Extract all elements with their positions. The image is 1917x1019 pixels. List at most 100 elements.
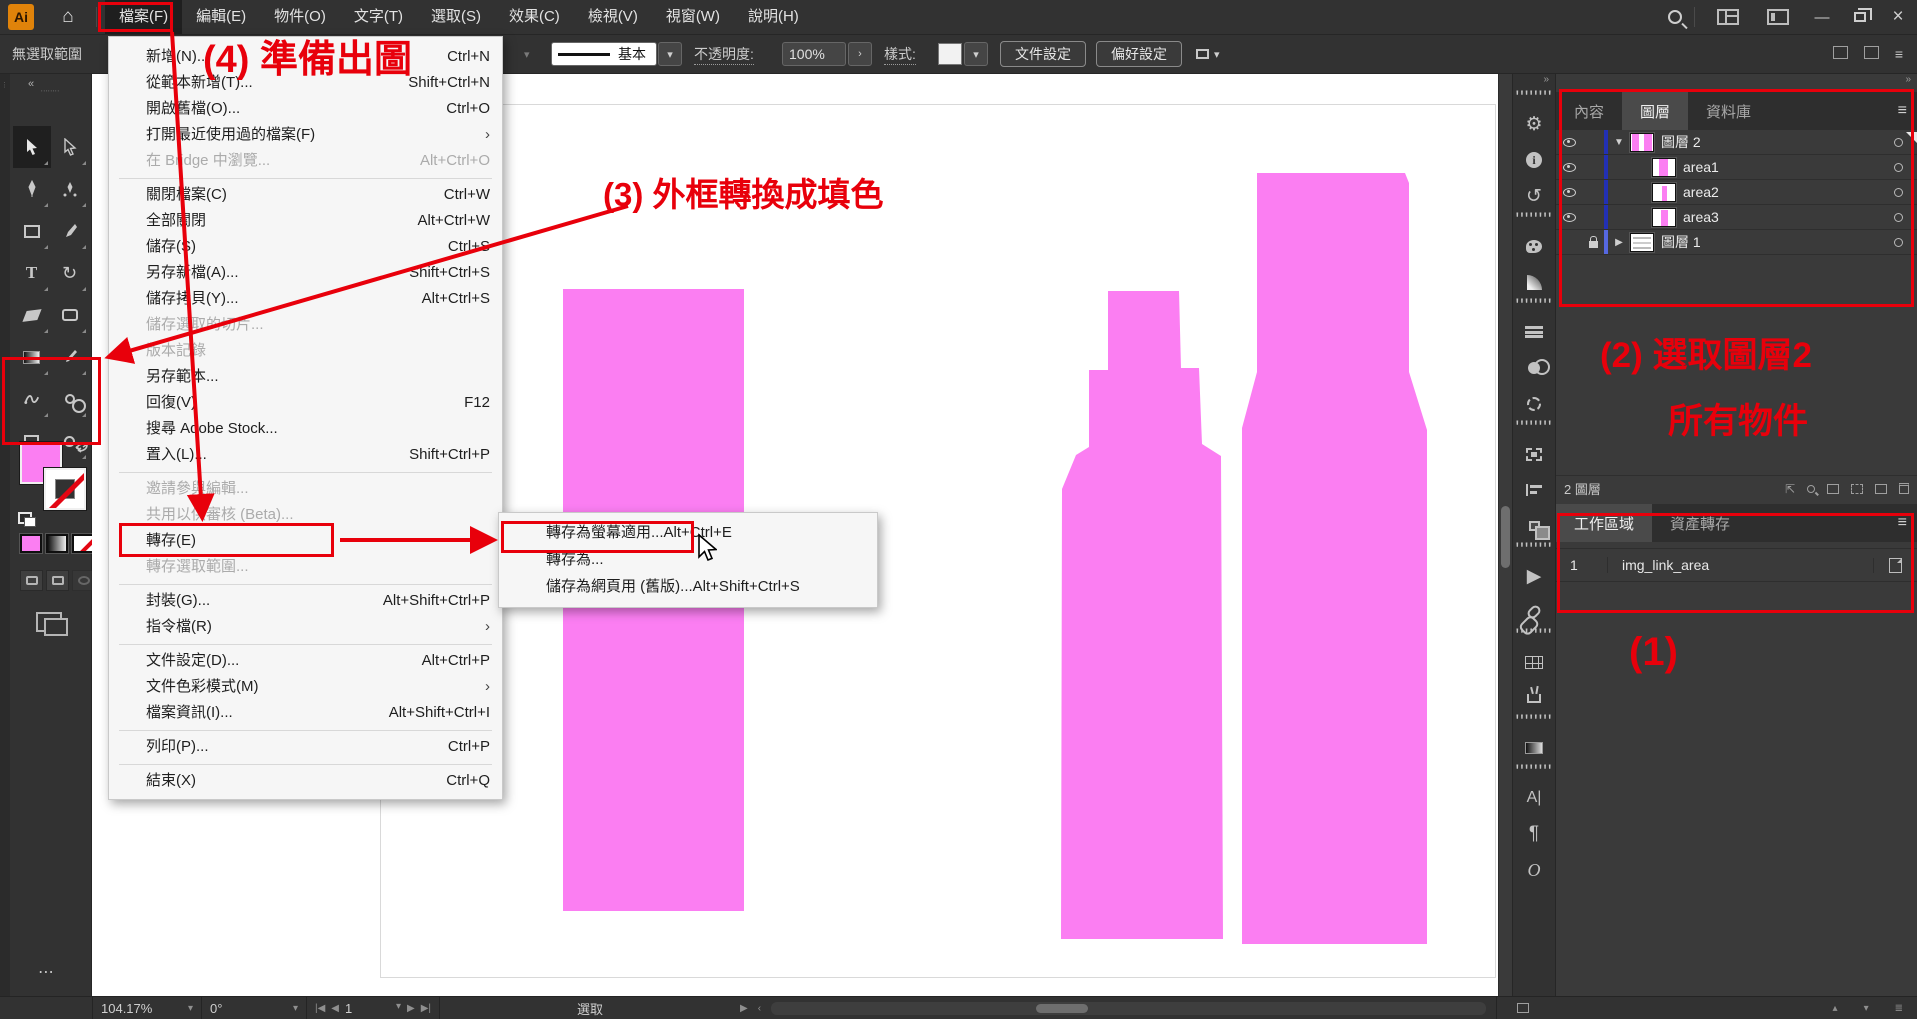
dock-grip-icon[interactable]: '''''''' — [1512, 544, 1556, 558]
menu-file[interactable]: 檔案(F) — [105, 0, 182, 34]
stroke-style-dropdown[interactable]: 基本 — [551, 42, 657, 66]
panel-menu-icon[interactable]: ≡ — [1898, 514, 1907, 532]
horizontal-scrollbar-thumb[interactable] — [1036, 1004, 1088, 1013]
version-history-panel-icon[interactable]: ↺ — [1512, 178, 1556, 214]
locate-object-icon[interactable] — [1807, 485, 1815, 493]
color-guide-panel-icon[interactable] — [1512, 264, 1556, 300]
collapse-tools-icon[interactable]: « — [10, 74, 91, 90]
new-sublayer-icon[interactable] — [1851, 484, 1863, 494]
layer-name[interactable]: 圖層 2 — [1661, 132, 1701, 152]
prev-artboard-icon[interactable]: ◀ — [331, 1003, 339, 1014]
color-panel-icon[interactable] — [1512, 228, 1556, 264]
artboard-number-dropdown[interactable]: 1▾ — [345, 1001, 401, 1016]
paragraph-panel-icon[interactable]: ¶ — [1512, 816, 1556, 852]
rotate-tool[interactable]: ↻ — [51, 252, 89, 294]
layer-row-layer1[interactable]: ▶ 圖層 1 — [1556, 230, 1917, 255]
opacity-expand-button[interactable]: › — [848, 42, 872, 66]
menu-window[interactable]: 視窗(W) — [652, 0, 734, 34]
status-expand-icon[interactable]: ▶ — [740, 1003, 748, 1014]
pen-tool[interactable] — [13, 168, 51, 210]
arrange-documents-icon[interactable] — [1767, 9, 1789, 25]
dock-grip-icon[interactable]: '''''''' — [1512, 422, 1556, 436]
collapse-panels-icon[interactable]: » — [1556, 74, 1917, 92]
paintbrush-tool[interactable] — [51, 210, 89, 252]
eyedropper-tool[interactable] — [51, 336, 89, 378]
layer-name[interactable]: 圖層 1 — [1661, 232, 1701, 252]
menu-item-scripts[interactable]: 指令檔(R)› — [109, 614, 502, 640]
properties-panel-icon[interactable]: ⚙ — [1512, 106, 1556, 142]
artwork-bottle-area3[interactable] — [1242, 173, 1427, 944]
stroke-style-chevron[interactable]: ▾ — [658, 42, 682, 66]
target-circle-icon[interactable] — [1894, 213, 1903, 222]
color-button[interactable] — [20, 534, 42, 553]
screen-mode-button[interactable] — [36, 612, 62, 632]
lock-toggle[interactable] — [1582, 237, 1604, 248]
hamburger-icon[interactable]: ≡ — [1895, 46, 1903, 62]
curvature-tool[interactable] — [51, 168, 89, 210]
layer-row-layer2[interactable]: ▼ 圖層 2 — [1556, 130, 1917, 155]
menu-item-save-a-copy[interactable]: 儲存拷貝(Y)...Alt+Ctrl+S — [109, 286, 502, 312]
menu-item-search-adobe-stock[interactable]: 搜尋 Adobe Stock... — [109, 416, 502, 442]
visibility-toggle[interactable] — [1556, 138, 1582, 147]
menu-item-revert[interactable]: 回復(V)F12 — [109, 390, 502, 416]
last-artboard-icon[interactable]: ▶| — [421, 1003, 431, 1014]
dock-grip-icon[interactable]: '''''''' — [1512, 214, 1556, 228]
target-circle-icon[interactable] — [1894, 138, 1903, 147]
panel-grid-icon[interactable] — [1833, 46, 1848, 59]
transparency-panel-icon[interactable] — [1512, 350, 1556, 386]
menu-help[interactable]: 說明(H) — [734, 0, 813, 34]
width-tool[interactable] — [13, 378, 51, 420]
layer-thumbnail[interactable] — [1652, 208, 1676, 227]
artboard-page-icon[interactable] — [1889, 558, 1902, 573]
make-mask-icon[interactable] — [1827, 484, 1839, 494]
tab-asset-export[interactable]: 資產轉存 — [1652, 504, 1748, 542]
close-button[interactable]: × — [1879, 2, 1917, 32]
menu-item-save-as-template[interactable]: 另存範本... — [109, 364, 502, 390]
gradient-panel-icon[interactable] — [1512, 730, 1556, 766]
preferences-button[interactable]: 偏好設定 — [1096, 41, 1182, 67]
vertical-scrollbar-thumb[interactable] — [1501, 506, 1510, 568]
artboard-row[interactable]: 1 img_link_area — [1556, 548, 1917, 582]
layer-thumbnail[interactable] — [1630, 133, 1654, 152]
menu-item-open-recent[interactable]: 打開最近使用過的檔案(F)› — [109, 122, 502, 148]
rotation-dropdown[interactable]: 0°▾ — [202, 997, 306, 1019]
direct-selection-tool[interactable] — [51, 126, 89, 168]
default-fill-stroke-icon[interactable] — [18, 512, 32, 524]
document-setup-button[interactable]: 文件設定 — [1000, 41, 1086, 67]
horizontal-scrollbar[interactable] — [771, 1002, 1486, 1015]
layer-name[interactable]: area2 — [1683, 184, 1719, 200]
brushes-panel-icon[interactable] — [1512, 680, 1556, 716]
opentype-panel-icon[interactable]: O — [1512, 852, 1556, 888]
dock-grip-icon[interactable]: ⋮ — [0, 82, 10, 90]
panel-menu-icon[interactable]: ≡ — [1898, 102, 1907, 120]
draw-behind-button[interactable] — [46, 570, 69, 591]
menu-effect[interactable]: 效果(C) — [495, 0, 574, 34]
visibility-toggle[interactable] — [1556, 163, 1582, 172]
selection-panel-icon[interactable] — [1512, 386, 1556, 422]
layer-thumbnail[interactable] — [1630, 233, 1654, 252]
menu-item-package[interactable]: 封裝(G)...Alt+Shift+Ctrl+P — [109, 588, 502, 614]
layer-row-area1[interactable]: area1 — [1556, 155, 1917, 180]
menu-item-close-all[interactable]: 全部關閉Alt+Ctrl+W — [109, 208, 502, 234]
menu-item-document-setup[interactable]: 文件設定(D)...Alt+Ctrl+P — [109, 648, 502, 674]
menu-item-exit[interactable]: 結束(X)Ctrl+Q — [109, 768, 502, 794]
menu-item-document-color-mode[interactable]: 文件色彩模式(M)› — [109, 674, 502, 700]
draw-normal-button[interactable] — [20, 570, 43, 591]
edit-toolbar-icon[interactable]: ⋯ — [38, 962, 56, 982]
menu-item-save-as[interactable]: 另存新檔(A)...Shift+Ctrl+S — [109, 260, 502, 286]
isolate-selected-dropdown[interactable]: ▾ — [1196, 48, 1220, 61]
search-icon[interactable] — [1668, 10, 1682, 24]
restore-button[interactable] — [1841, 2, 1879, 32]
artboard-dialog-tool[interactable] — [51, 294, 89, 336]
eraser-tool[interactable] — [13, 294, 51, 336]
minimize-button[interactable]: — — [1803, 2, 1841, 32]
dock-grip-icon[interactable]: '''''''' — [1512, 300, 1556, 314]
menu-item-close[interactable]: 關閉檔案(C)Ctrl+W — [109, 182, 502, 208]
tab-artboards[interactable]: 工作區域 — [1556, 504, 1652, 542]
menu-item-save-for-web-legacy[interactable]: 儲存為網頁用 (舊版)...Alt+Shift+Ctrl+S — [499, 573, 877, 600]
menu-item-place[interactable]: 置入(L)...Shift+Ctrl+P — [109, 442, 502, 468]
style-chevron[interactable]: ▾ — [964, 42, 988, 66]
none-button[interactable] — [72, 534, 94, 553]
style-label[interactable]: 樣式: — [884, 44, 916, 65]
tab-properties[interactable]: 內容 — [1556, 92, 1622, 130]
